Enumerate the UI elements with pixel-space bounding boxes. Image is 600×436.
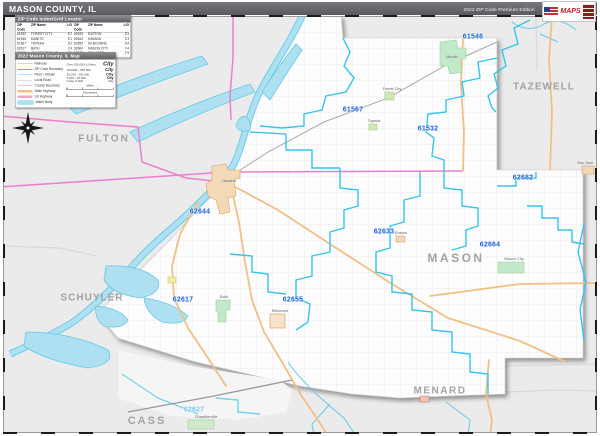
zip-label-62644: 62644 xyxy=(189,208,211,216)
city-class-row: Under 5,000 City xyxy=(66,80,114,83)
edition-label: 2022 ZIP Code Premium Edition xyxy=(463,6,535,13)
publisher-logo: MAPS xyxy=(542,1,596,22)
logo-text: MAPS xyxy=(560,8,581,15)
title-bar: MASON COUNTY, IL 2022 ZIP Code Premium E… xyxy=(3,2,597,15)
scale-bar-km: Kilometers xyxy=(66,92,114,97)
zip-label-62633: 62633 xyxy=(373,228,395,236)
zip-label-62655: 62655 xyxy=(282,296,304,304)
county-label-mason: MASON xyxy=(427,251,485,265)
col-lg: L/G xyxy=(66,23,72,28)
water-swatch xyxy=(17,100,34,105)
zip-index-header-row: ZIP Code ZIP Name L/G xyxy=(74,23,129,33)
town-label-kilbourne: Kilbourne xyxy=(271,308,289,314)
county-label-cass: CASS xyxy=(127,415,167,427)
zip-label-62627: 62627 xyxy=(183,406,205,414)
county-label-schuyler: SCHUYLER xyxy=(60,292,124,304)
town-label-topeka: Topeka xyxy=(367,118,381,124)
urban-chandlerville xyxy=(187,419,215,430)
town-label-havana: Havana xyxy=(222,178,236,184)
county-label-tazewell: TAZEWELL xyxy=(513,81,575,93)
urban-easton xyxy=(395,235,406,243)
logo-info-box xyxy=(582,4,594,19)
town-label-forest-city: Forest City xyxy=(382,86,402,92)
zip-label-61532: 61532 xyxy=(417,125,439,133)
county-label-menard: MENARD xyxy=(413,385,467,397)
town-label-manito: Manito xyxy=(446,54,458,60)
urban-forest-city xyxy=(384,91,395,101)
grid-ticks-right xyxy=(595,16,597,433)
map-key-title: 2022 Mason County, IL Map xyxy=(15,52,116,60)
urban-kilbourne xyxy=(269,313,286,329)
urban-menard-village xyxy=(419,395,430,403)
zip-label-62617: 62617 xyxy=(172,296,194,304)
map-key-panel: 2022 Mason County, IL Map Railroad ZIP C… xyxy=(15,52,116,108)
us-hwy-swatch xyxy=(17,95,33,98)
road-swatch xyxy=(17,80,33,81)
state-hwy-swatch xyxy=(17,90,33,93)
zip-index-title: ZIP Code Index/Grid Locator xyxy=(15,15,131,23)
scale-bar-miles: Miles xyxy=(66,85,114,90)
town-label-chandlerville: Chandlerville xyxy=(194,414,218,420)
zip-label-61546: 61546 xyxy=(462,33,484,41)
urban-topeka xyxy=(368,123,378,131)
col-zip: ZIP Code xyxy=(17,23,26,32)
legend-item: Water Body xyxy=(17,100,64,106)
map-key-lines: Railroad ZIP Code Boundary River / Strea… xyxy=(17,61,64,106)
town-label-bath: Bath xyxy=(219,294,229,300)
urban-mason-city xyxy=(497,261,525,274)
zip-boundary-swatch xyxy=(17,68,33,70)
grid-ticks-left xyxy=(3,16,5,433)
map-title: MASON COUNTY, IL xyxy=(9,3,97,14)
urban-san-jose xyxy=(581,165,595,175)
map-key-cities: Over 250,000 & Metro City 100,000 - 250,0… xyxy=(66,61,114,105)
town-label-easton: Easton xyxy=(394,230,408,236)
flag-icon xyxy=(544,7,559,16)
town-label-mason-city: Mason City xyxy=(504,256,524,262)
stream-swatch xyxy=(17,74,33,75)
zip-label-62682: 62682 xyxy=(512,174,534,182)
zip-label-61567: 61567 xyxy=(342,106,364,114)
county-label-fulton: FULTON xyxy=(78,133,130,145)
map-sheet: MASON COUNTY, IL 2022 ZIP Code Premium E… xyxy=(0,0,600,436)
urban-small-town xyxy=(167,276,177,284)
grid-ticks-bottom xyxy=(3,432,597,434)
col-name: ZIP Name xyxy=(31,23,46,28)
town-label-san-jose: San Jose xyxy=(576,160,594,166)
zip-label-62664: 62664 xyxy=(479,241,501,249)
railroad-swatch xyxy=(17,63,33,64)
zip-index-header-row: ZIP Code ZIP Name L/G xyxy=(17,24,72,33)
county-boundary-swatch xyxy=(17,85,33,86)
